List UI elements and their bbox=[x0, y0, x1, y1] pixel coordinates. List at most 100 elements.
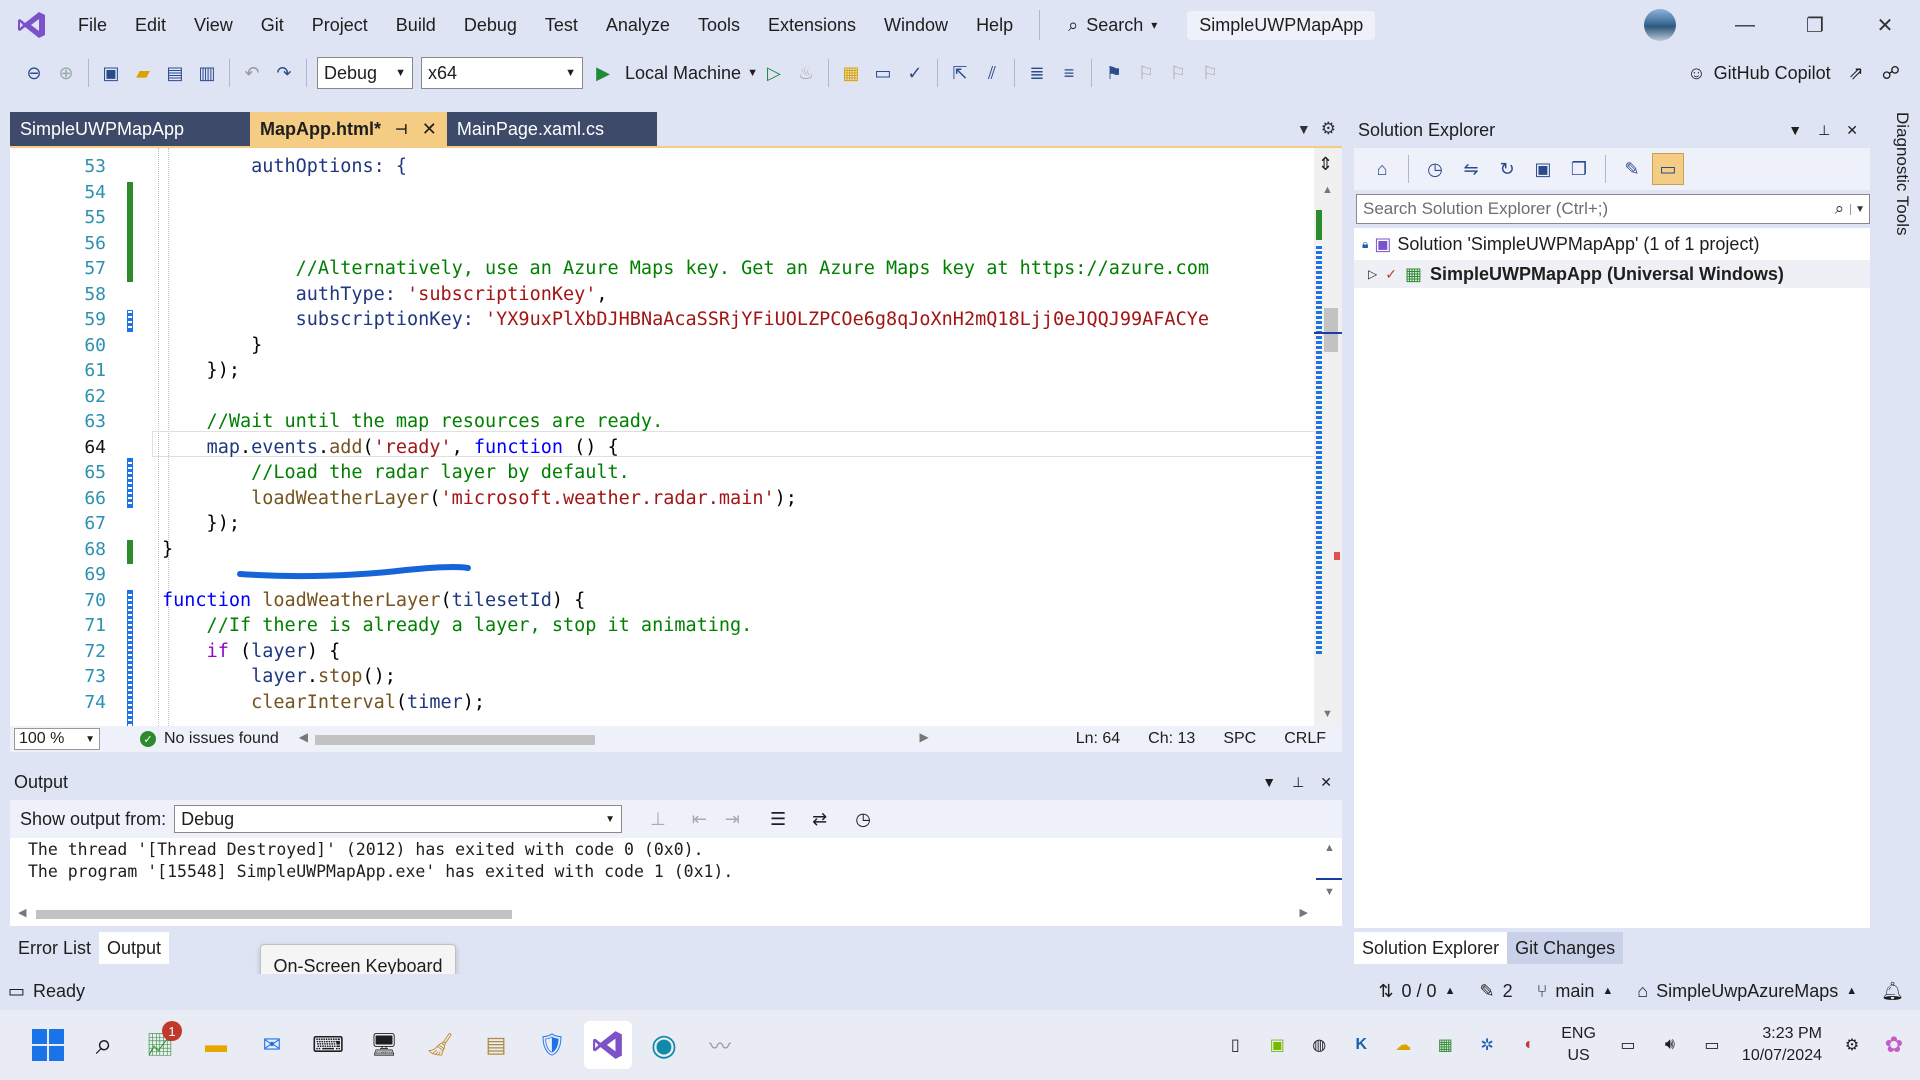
tree-item-solution[interactable]: 🔒︎ ▣ Solution 'SimpleUWPMapApp' (1 of 1 … bbox=[1354, 230, 1870, 258]
search-options-icon[interactable]: ▼ bbox=[1850, 203, 1869, 215]
solution-explorer-search[interactable]: Search Solution Explorer (Ctrl+;) ⌕ ▼ bbox=[1356, 194, 1870, 224]
pin-icon[interactable]: ⊥ bbox=[1818, 122, 1830, 139]
pin-icon[interactable]: ⊣ bbox=[395, 121, 408, 138]
tab-git-changes[interactable]: Git Changes bbox=[1507, 932, 1624, 964]
tab-output[interactable]: Output bbox=[99, 932, 170, 964]
edits-status[interactable]: ✎ 2 bbox=[1467, 981, 1524, 1002]
cloud-icon[interactable]: ☁ bbox=[1383, 1025, 1423, 1065]
copilot-button[interactable]: ☺ GitHub Copilot ⇗ ☍ bbox=[1687, 63, 1920, 84]
search-icon[interactable]: ⌕ bbox=[1835, 199, 1845, 219]
grid-app-icon[interactable]: ▦ bbox=[1425, 1025, 1465, 1065]
stocks-app-icon[interactable]: 📈︎ 1 bbox=[136, 1021, 184, 1069]
windows-start-icon[interactable] bbox=[24, 1021, 72, 1069]
output-text-area[interactable]: The thread '[Thread Destroyed]' (2012) h… bbox=[10, 838, 1342, 926]
forward-icon[interactable]: ⊕ bbox=[50, 57, 82, 89]
find-message-icon[interactable]: ⊥ bbox=[650, 809, 666, 830]
network-app-icon[interactable]: ✲ bbox=[1467, 1025, 1507, 1065]
sync-icon[interactable]: ⇋ bbox=[1455, 153, 1487, 185]
open-folder-icon[interactable]: ▰ bbox=[127, 57, 159, 89]
output-window-icon[interactable]: ▭ bbox=[8, 981, 25, 1002]
whitespace-mode[interactable]: SPC bbox=[1223, 730, 1256, 748]
word-wrap-icon[interactable]: ⇄ bbox=[812, 809, 827, 830]
audio-app-icon[interactable]: 〰 bbox=[696, 1021, 744, 1069]
tab-error-list[interactable]: Error List bbox=[10, 932, 99, 964]
diagnostic-tools-tab[interactable]: Diagnostic Tools bbox=[1876, 104, 1912, 304]
scroll-up-icon[interactable]: ▲ bbox=[1322, 184, 1333, 196]
visual-studio-taskbar-icon[interactable] bbox=[584, 1021, 632, 1069]
vertical-scrollbar[interactable]: ⇕ ▲ ▼ bbox=[1314, 148, 1342, 726]
browse-folder-icon[interactable]: ▦ bbox=[835, 57, 867, 89]
vertical-scrollbar[interactable]: ▲ ▼ bbox=[1316, 842, 1342, 902]
new-project-icon[interactable]: ▣ bbox=[95, 57, 127, 89]
tab-mapapp-html[interactable]: MapApp.html* ⊣ ✕ bbox=[250, 112, 447, 146]
refresh-icon[interactable]: ↻ bbox=[1491, 153, 1523, 185]
chevron-down-icon[interactable]: ▼ bbox=[1788, 122, 1802, 139]
close-button[interactable]: ✕ bbox=[1850, 0, 1920, 50]
expand-icon[interactable]: ▷ bbox=[1368, 267, 1377, 281]
cleanup-broom-icon[interactable]: 🧹︎ bbox=[416, 1021, 464, 1069]
preview-icon[interactable]: ▭ bbox=[1652, 153, 1684, 185]
menu-test[interactable]: Test bbox=[531, 0, 592, 50]
usb-icon[interactable]: ▯ bbox=[1215, 1025, 1255, 1065]
line-number[interactable]: Ln: 64 bbox=[1076, 730, 1120, 748]
bookmark-icon[interactable]: ⚑ bbox=[1098, 57, 1130, 89]
horizontal-scrollbar[interactable]: ◀ ▶ bbox=[299, 730, 929, 748]
branch-status[interactable]: ⑂ main ▲ bbox=[1525, 981, 1626, 1002]
cursor-icon[interactable]: ⇱ bbox=[944, 57, 976, 89]
notification-center-icon[interactable]: ⚙ bbox=[1832, 1025, 1872, 1065]
chevron-down-icon[interactable]: ▼ bbox=[747, 67, 758, 79]
collapse-all-icon[interactable]: ▣ bbox=[1527, 153, 1559, 185]
restore-button[interactable]: ❐ bbox=[1780, 0, 1850, 50]
compare-icon[interactable]: ⫽ bbox=[976, 57, 1008, 89]
security-shield-icon[interactable]: 🛡︎ bbox=[528, 1021, 576, 1069]
close-icon[interactable]: ✕ bbox=[422, 119, 437, 140]
volume-icon[interactable]: 🔊︎ bbox=[1650, 1025, 1690, 1065]
chevron-down-icon[interactable]: ▼ bbox=[1262, 774, 1276, 791]
display-icon[interactable]: ▭ bbox=[1608, 1025, 1648, 1065]
switch-views-icon[interactable]: ⌂ bbox=[1366, 153, 1398, 185]
mail-icon[interactable]: ✉ bbox=[248, 1021, 296, 1069]
output-source-select[interactable]: Debug ▼ bbox=[174, 805, 623, 833]
scroll-thumb[interactable] bbox=[1324, 308, 1338, 352]
keyboard-app-icon[interactable]: ⌨ bbox=[304, 1021, 352, 1069]
line-ending[interactable]: CRLF bbox=[1284, 730, 1326, 748]
close-icon[interactable]: ✕ bbox=[1320, 774, 1332, 791]
menu-edit[interactable]: Edit bbox=[121, 0, 180, 50]
hot-reload-icon[interactable]: ♨ bbox=[790, 57, 822, 89]
tab-simpleuwpmapapp[interactable]: SimpleUWPMapApp bbox=[10, 112, 250, 146]
menu-view[interactable]: View bbox=[180, 0, 247, 50]
menu-window[interactable]: Window bbox=[870, 0, 962, 50]
search-icon[interactable]: ⌕ bbox=[80, 1021, 128, 1069]
file-explorer-icon[interactable]: ▬ bbox=[192, 1021, 240, 1069]
platform-select[interactable]: x64 ▼ bbox=[421, 57, 583, 89]
language-indicator[interactable]: ENG US bbox=[1551, 1023, 1606, 1067]
pending-changes-icon[interactable]: ◷ bbox=[1419, 153, 1451, 185]
save-icon[interactable]: ▤ bbox=[159, 57, 191, 89]
tab-solution-explorer[interactable]: Solution Explorer bbox=[1354, 932, 1508, 964]
prev-bookmark-icon[interactable]: ⚐ bbox=[1130, 57, 1162, 89]
spell-check-icon[interactable]: ✓ bbox=[899, 57, 931, 89]
properties-wrench-icon[interactable]: ✎ bbox=[1616, 153, 1648, 185]
repo-status[interactable]: ⌂ SimpleUwpAzureMaps ▲ bbox=[1625, 981, 1869, 1002]
avatar[interactable] bbox=[1644, 9, 1676, 41]
remote-desktop-icon[interactable]: 🖥︎ bbox=[360, 1021, 408, 1069]
indent-icon[interactable]: ≣ bbox=[1021, 57, 1053, 89]
search-button[interactable]: ⌕ Search ▾ bbox=[1052, 15, 1173, 36]
share-icon[interactable]: ⇗ bbox=[1849, 63, 1864, 84]
zoom-select[interactable]: 100 % ▼ bbox=[14, 728, 100, 750]
tab-mainpage-xaml-cs[interactable]: MainPage.xaml.cs bbox=[446, 112, 657, 146]
k-app-icon[interactable]: K bbox=[1341, 1025, 1381, 1065]
configuration-select[interactable]: Debug ▼ bbox=[317, 57, 413, 89]
minimize-button[interactable]: — bbox=[1710, 0, 1780, 50]
settings-gear-icon[interactable]: ⚙ bbox=[1321, 119, 1336, 139]
save-all-icon[interactable]: ▥ bbox=[191, 57, 223, 89]
visual-studio-logo-icon[interactable] bbox=[0, 0, 64, 50]
undo-icon[interactable]: ↶ bbox=[236, 57, 268, 89]
menu-extensions[interactable]: Extensions bbox=[754, 0, 870, 50]
copilot-pre-icon[interactable]: ✿ bbox=[1874, 1025, 1914, 1065]
column-number[interactable]: Ch: 13 bbox=[1148, 730, 1195, 748]
edge-browser-icon[interactable]: ◉ bbox=[640, 1021, 688, 1069]
split-icon[interactable]: ⇕ bbox=[1318, 154, 1333, 175]
prev-message-icon[interactable]: ⇤ bbox=[692, 809, 707, 830]
horizontal-scrollbar[interactable]: ◀ ▶ bbox=[18, 906, 1308, 922]
